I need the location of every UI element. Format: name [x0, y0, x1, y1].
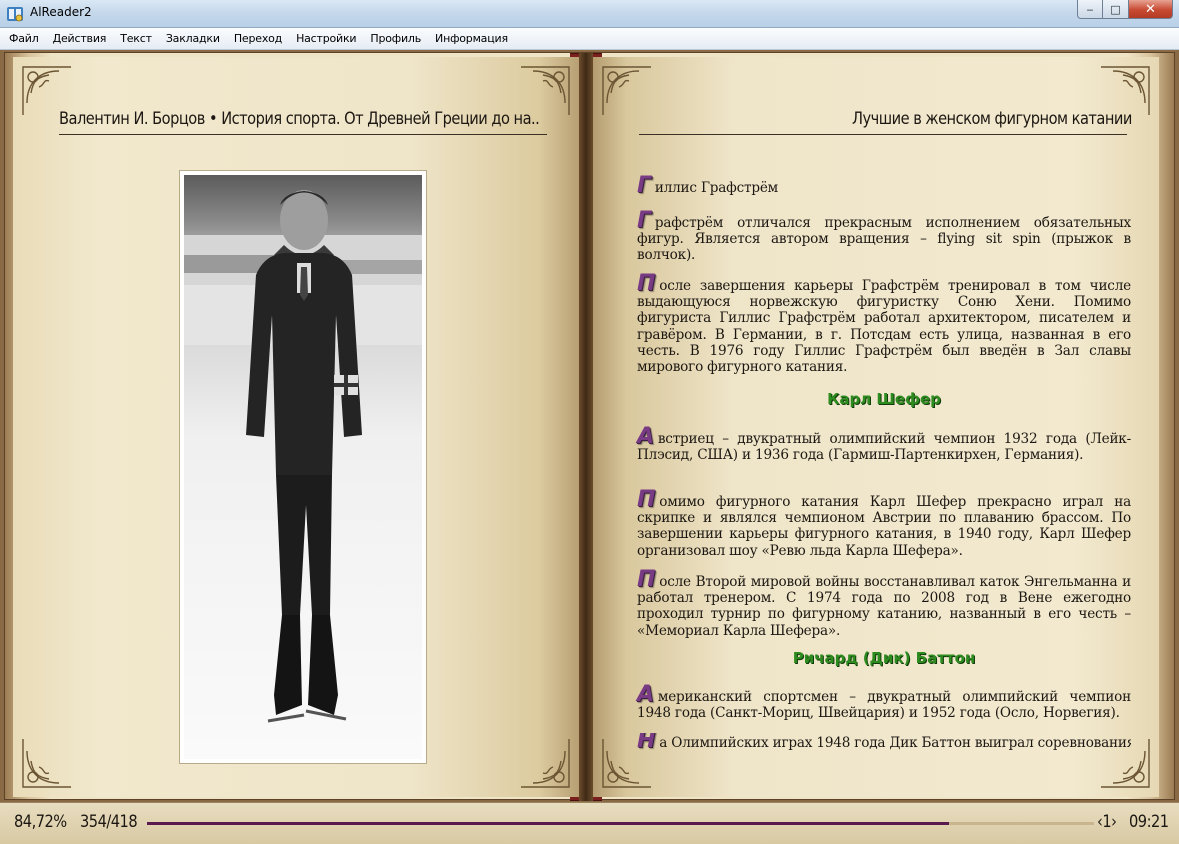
window-title: AlReader2	[30, 5, 92, 19]
skater-photo	[184, 175, 422, 759]
reading-progress-bar[interactable]	[147, 822, 1094, 825]
app-book-icon	[6, 5, 24, 23]
paragraph-text: осле Второй мировой войны восстанавливал…	[637, 574, 1131, 639]
drop-cap: П	[637, 487, 656, 512]
paragraph: Помимо фигурного катания Карл Шефер прек…	[637, 489, 1131, 559]
paragraph: Графстрём отличался прекрасным исполнени…	[637, 210, 1131, 264]
drop-cap: А	[637, 682, 654, 707]
menu-actions[interactable]: Действия	[53, 28, 107, 50]
ornament-corner-icon	[517, 735, 573, 791]
right-page[interactable]: Лучшие в женском фигурном катании Гиллис…	[593, 57, 1159, 797]
drop-cap: П	[637, 567, 656, 592]
menu-info[interactable]: Информация	[435, 28, 508, 50]
menu-file[interactable]: Файл	[9, 28, 39, 50]
drop-cap: Н	[637, 733, 656, 751]
close-button[interactable]: ✕	[1129, 0, 1173, 19]
ornament-corner-icon	[599, 63, 655, 119]
paragraph-text: мериканский спортсмен – двукратный олимп…	[637, 689, 1131, 722]
right-header-rule	[639, 134, 1127, 135]
book-spine	[579, 53, 593, 801]
book-view[interactable]: Валентин И. Борцов • История спорта. От …	[0, 50, 1179, 802]
drop-cap: А	[637, 424, 654, 449]
paragraph: После Второй мировой войны восстанавлива…	[637, 569, 1131, 639]
paragraph: Гиллис Графстрём	[637, 175, 1131, 197]
paragraph-text: а Олимпийских играх 1948 года Дик Баттон…	[659, 735, 1131, 751]
drop-cap: Г	[637, 173, 651, 198]
menu-navigate[interactable]: Переход	[234, 28, 282, 50]
right-page-header: Лучшие в женском фигурном катании	[852, 109, 1132, 129]
title-bar: AlReader2 ‒ □ ✕	[0, 0, 1179, 28]
paragraph-text: омимо фигурного катания Карл Шефер прекр…	[637, 494, 1131, 559]
reading-percent: 84,72%	[14, 812, 67, 832]
left-page[interactable]: Валентин И. Борцов • История спорта. От …	[13, 57, 579, 797]
paragraph: Австриец – двукратный олимпийский чемпио…	[637, 426, 1131, 464]
book-frame: Валентин И. Борцов • История спорта. От …	[4, 52, 1175, 801]
illustration-frame	[179, 170, 427, 764]
paragraph-text: встриец – двукратный олимпийский чемпион…	[637, 431, 1131, 464]
menu-text[interactable]: Текст	[120, 28, 152, 50]
paragraph: После завершения карьеры Графстрём трени…	[637, 273, 1131, 376]
section-title: Ричард (Дик) Баттон	[792, 649, 976, 667]
paragraph-text: рафстрём отличался прекрасным исполнение…	[637, 215, 1131, 264]
menu-profile[interactable]: Профиль	[370, 28, 421, 50]
ornament-corner-icon	[19, 735, 75, 791]
status-bar: 84,72% 354/418 ‹1› 09:21	[0, 802, 1179, 844]
paragraph-text: осле завершения карьеры Графстрём тренир…	[637, 278, 1131, 376]
maximize-button[interactable]: □	[1103, 0, 1129, 19]
paragraph: Американский спортсмен – двукратный олим…	[637, 684, 1131, 722]
menu-settings[interactable]: Настройки	[296, 28, 357, 50]
paragraph: На Олимпийских играх 1948 года Дик Батто…	[637, 733, 1131, 751]
menu-bar: Файл Действия Текст Закладки Переход Нас…	[0, 28, 1179, 50]
menu-bookmarks[interactable]: Закладки	[166, 28, 220, 50]
chapter-indicator[interactable]: ‹1›	[1097, 812, 1117, 832]
left-header-rule	[59, 134, 547, 135]
page-counter[interactable]: 354/418	[80, 812, 138, 832]
section-title: Карл Шефер	[827, 390, 941, 408]
clock: 09:21	[1129, 812, 1169, 832]
left-page-header: Валентин И. Борцов • История спорта. От …	[59, 109, 540, 129]
reading-progress-fill	[147, 822, 950, 825]
drop-cap: Г	[637, 208, 651, 233]
minimize-button[interactable]: ‒	[1077, 0, 1103, 19]
drop-cap: П	[637, 271, 656, 296]
paragraph-text: иллис Графстрём	[654, 180, 779, 196]
